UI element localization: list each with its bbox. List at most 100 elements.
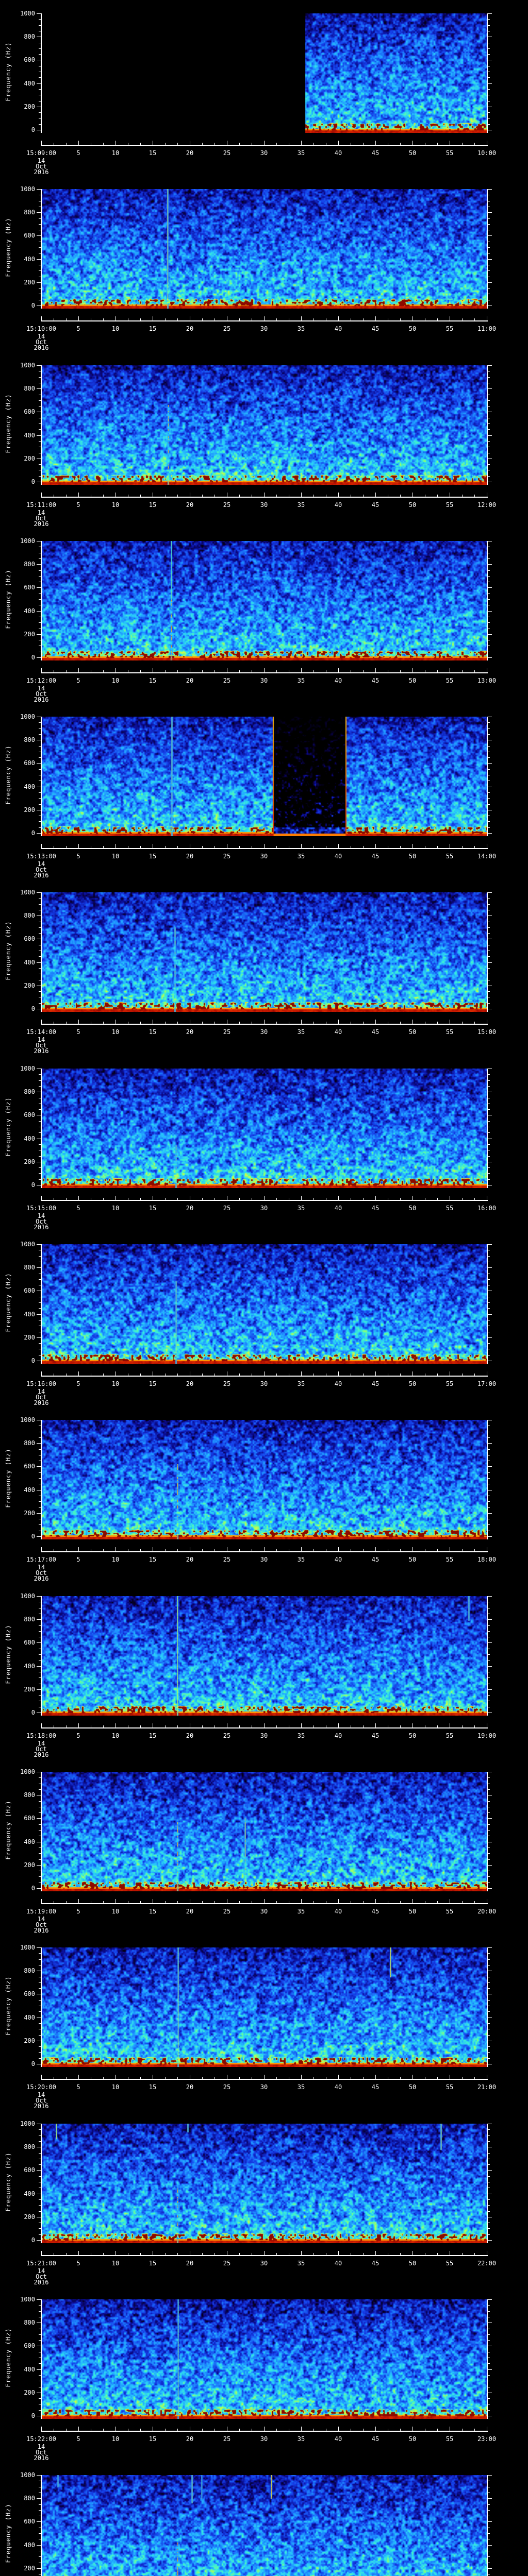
y-tick-right <box>488 1343 490 1344</box>
y-tick-right <box>488 2234 490 2235</box>
x-tick-minor <box>400 495 401 497</box>
y-tick-right <box>488 1173 490 1174</box>
y-tick-left <box>39 1173 41 1174</box>
x-tick-label: 30 <box>260 1556 268 1563</box>
y-tick-left <box>39 2510 41 2511</box>
spectrogram-panel: Frequency (Hz) 1000800600400200051015202… <box>0 528 528 703</box>
y-tick-label: 400 <box>24 1663 35 1669</box>
x-tick-label: 55 <box>446 150 453 156</box>
y-tick-left <box>39 904 41 905</box>
x-tick-minor <box>165 2429 166 2431</box>
y-tick-label: 600 <box>24 1287 35 1294</box>
x-start-time-label: 15:13:00 <box>26 853 56 859</box>
x-tick-minor <box>165 846 166 848</box>
x-start-time-label: 15:22:00 <box>26 2436 56 2442</box>
y-tick-right <box>488 77 490 78</box>
y-tick-right <box>488 1179 490 1180</box>
x-tick-label: 40 <box>335 502 342 508</box>
y-tick-right <box>488 1824 490 1825</box>
x-tick-label: 45 <box>372 2260 379 2266</box>
x-start-date-line: 2016 <box>34 345 49 351</box>
y-tick-right <box>488 1472 490 1473</box>
y-tick-label: 800 <box>24 1968 35 1974</box>
y-tick-right <box>488 388 492 389</box>
y-tick-label: 0 <box>31 830 35 836</box>
x-tick-label: 15 <box>149 1205 156 1211</box>
x-tick-minor <box>474 1901 475 1903</box>
y-tick-label: 400 <box>24 432 35 438</box>
y-tick-left <box>39 2556 41 2557</box>
x-tick-label: 35 <box>298 1908 305 1914</box>
x-tick-major <box>375 1020 376 1024</box>
y-tick-right <box>488 927 490 928</box>
y-tick-right <box>488 2299 492 2300</box>
x-tick-label: 55 <box>446 677 453 684</box>
y-tick-right <box>488 734 490 735</box>
spectrogram-panel: Frequency (Hz) 1000800600400200051015202… <box>0 2110 528 2286</box>
x-tick-major <box>264 316 265 320</box>
y-axis-line-left <box>41 717 42 836</box>
y-tick-left <box>37 1267 41 1268</box>
x-tick-label: 40 <box>335 2084 342 2090</box>
x-tick-major <box>375 1547 376 1551</box>
spectrogram-image <box>41 892 487 1012</box>
x-tick-minor <box>239 1198 240 1200</box>
y-tick-left <box>39 722 41 723</box>
x-tick-minor <box>437 670 438 672</box>
x-tick-minor <box>437 2253 438 2255</box>
y-tick-left <box>37 1314 41 1315</box>
x-tick-minor <box>239 2253 240 2255</box>
y-tick-left <box>39 734 41 735</box>
y-tick-right <box>488 435 492 436</box>
x-tick-minor <box>474 1198 475 1200</box>
x-tick-minor <box>363 318 364 320</box>
y-tick-left <box>37 833 41 834</box>
y-tick-right <box>488 2521 492 2522</box>
x-tick-minor <box>462 2429 463 2431</box>
x-tick-label: 40 <box>335 853 342 859</box>
x-axis-line <box>41 2079 488 2080</box>
y-tick-label: 200 <box>24 2389 35 2396</box>
y-tick-label: 600 <box>24 57 35 63</box>
y-tick-left <box>39 2023 41 2024</box>
x-tick-major <box>264 141 265 145</box>
y-tick-left <box>39 1109 41 1110</box>
y-tick-left <box>37 1888 41 1889</box>
x-tick-major <box>375 2251 376 2255</box>
x-tick-minor <box>177 1901 178 1903</box>
x-tick-label: 55 <box>446 1908 453 1914</box>
x-tick-major <box>301 493 302 497</box>
x-tick-label: 55 <box>446 2260 453 2266</box>
y-tick-right <box>488 1524 490 1525</box>
x-tick-minor <box>276 846 277 848</box>
x-tick-major <box>412 1723 413 1727</box>
x-tick-minor <box>214 2077 215 2079</box>
y-tick-left <box>37 587 41 588</box>
x-tick-minor <box>202 1901 203 1903</box>
x-tick-major <box>264 1371 265 1376</box>
x-tick-major <box>264 668 265 672</box>
x-tick-label: 25 <box>223 1556 230 1563</box>
x-axis-line <box>41 1903 488 1904</box>
x-start-time-label: 15:10:00 <box>26 326 56 332</box>
y-tick-left <box>37 189 41 190</box>
x-tick-minor <box>276 143 277 145</box>
y-tick-label: 800 <box>24 1264 35 1270</box>
x-tick-major <box>264 493 265 497</box>
x-tick-minor <box>103 1549 104 1551</box>
x-tick-major <box>338 2075 339 2079</box>
x-tick-label: 30 <box>260 2084 268 2090</box>
x-axis-line <box>41 672 488 673</box>
y-tick-label: 200 <box>24 807 35 813</box>
y-tick-label: 1000 <box>20 889 35 895</box>
x-tick-minor <box>140 1198 141 1200</box>
y-tick-right <box>488 1132 490 1133</box>
x-tick-label: 25 <box>223 853 230 859</box>
y-tick-right <box>488 1988 490 1989</box>
y-tick-left <box>39 1654 41 1655</box>
y-tick-right <box>488 2164 490 2165</box>
y-tick-left <box>37 2475 41 2476</box>
x-tick-label: 35 <box>298 502 305 508</box>
x-tick-minor <box>66 1901 67 1903</box>
x-tick-major <box>412 1899 413 1903</box>
